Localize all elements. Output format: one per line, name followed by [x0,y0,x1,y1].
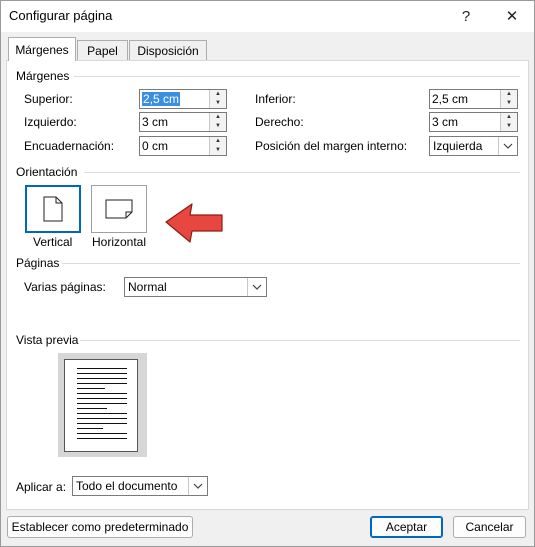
spin-down-icon[interactable]: ▼ [501,99,517,108]
posicion-label: Posición del margen interno: [255,139,408,153]
group-divider [80,340,520,341]
izquierdo-label: Izquierdo: [24,115,77,129]
preview-group-label: Vista previa [16,333,79,347]
spin-buttons[interactable]: ▲ ▼ [209,90,226,108]
inferior-label: Inferior: [255,92,296,106]
derecho-label: Derecho: [255,115,304,129]
help-button[interactable]: ? [443,0,489,32]
spin-up-icon[interactable]: ▲ [210,90,226,99]
cancel-button[interactable]: Cancelar [453,516,526,538]
close-button[interactable]: ✕ [489,0,535,32]
chevron-down-icon[interactable] [247,278,266,296]
inferior-spinner[interactable]: 2,5 cm ▲ ▼ [429,89,518,109]
tab-label: Disposición [137,44,199,58]
apply-to-value: Todo el documento [76,479,178,493]
apply-to-label: Aplicar a: [16,480,67,494]
tab-label: Márgenes [15,42,69,57]
spin-down-icon[interactable]: ▼ [210,99,226,108]
multiple-pages-label: Varias páginas: [24,280,106,294]
page-preview [58,353,147,457]
spin-up-icon[interactable]: ▲ [501,90,517,99]
orientation-vertical-button[interactable] [25,185,81,233]
group-divider [62,263,520,264]
multiple-pages-select[interactable]: Normal [124,277,267,297]
annotation-arrow-icon [165,203,223,243]
spin-buttons[interactable]: ▲ ▼ [500,90,517,108]
orientation-group-label: Orientación [16,165,78,179]
tab-papel[interactable]: Papel [77,40,128,61]
spin-down-icon[interactable]: ▼ [501,122,517,131]
tab-margenes[interactable]: Márgenes [8,37,76,61]
spin-buttons[interactable]: ▲ ▼ [209,137,226,155]
landscape-page-icon [105,199,133,219]
spin-buttons[interactable]: ▲ ▼ [500,113,517,131]
set-default-button[interactable]: Establecer como predeterminado [7,516,193,538]
spin-up-icon[interactable]: ▲ [210,137,226,146]
close-icon: ✕ [505,8,519,25]
help-icon: ? [461,7,471,25]
portrait-page-icon [43,196,63,222]
superior-spinner[interactable]: 2,5 cm ▲ ▼ [139,89,227,109]
posicion-select[interactable]: Izquierda [429,136,518,156]
margins-group-label: Márgenes [16,69,70,83]
orientation-vertical-label[interactable]: Vertical [33,235,72,249]
preview-page [64,359,138,452]
chevron-down-icon[interactable] [498,137,517,155]
izquierdo-spinner[interactable]: 3 cm ▲ ▼ [139,112,227,132]
posicion-value: Izquierda [433,139,483,153]
inferior-value: 2,5 cm [432,92,469,106]
tab-label: Papel [87,44,118,58]
spin-buttons[interactable]: ▲ ▼ [209,113,226,131]
tab-disposicion[interactable]: Disposición [129,40,207,61]
izquierdo-value: 3 cm [142,115,169,129]
spin-down-icon[interactable]: ▼ [210,146,226,155]
group-divider [84,172,520,173]
pages-group-label: Páginas [16,256,60,270]
ok-button[interactable]: Aceptar [370,516,443,538]
multiple-pages-value: Normal [128,280,167,294]
derecho-spinner[interactable]: 3 cm ▲ ▼ [429,112,518,132]
apply-to-select[interactable]: Todo el documento [72,476,208,496]
orientation-horizontal-button[interactable] [91,185,147,233]
encuadernacion-value: 0 cm [142,139,169,153]
spin-down-icon[interactable]: ▼ [210,122,226,131]
window-title: Configurar página [9,8,113,23]
encuadernacion-label: Encuadernación: [24,139,115,153]
encuadernacion-spinner[interactable]: 0 cm ▲ ▼ [139,136,227,156]
spin-up-icon[interactable]: ▲ [210,113,226,122]
chevron-down-icon[interactable] [188,477,207,495]
superior-value: 2,5 cm [142,92,181,106]
orientation-horizontal-label[interactable]: Horizontal [92,235,146,249]
superior-label: Superior: [24,92,73,106]
spin-up-icon[interactable]: ▲ [501,113,517,122]
group-divider [74,76,520,77]
derecho-value: 3 cm [432,115,459,129]
